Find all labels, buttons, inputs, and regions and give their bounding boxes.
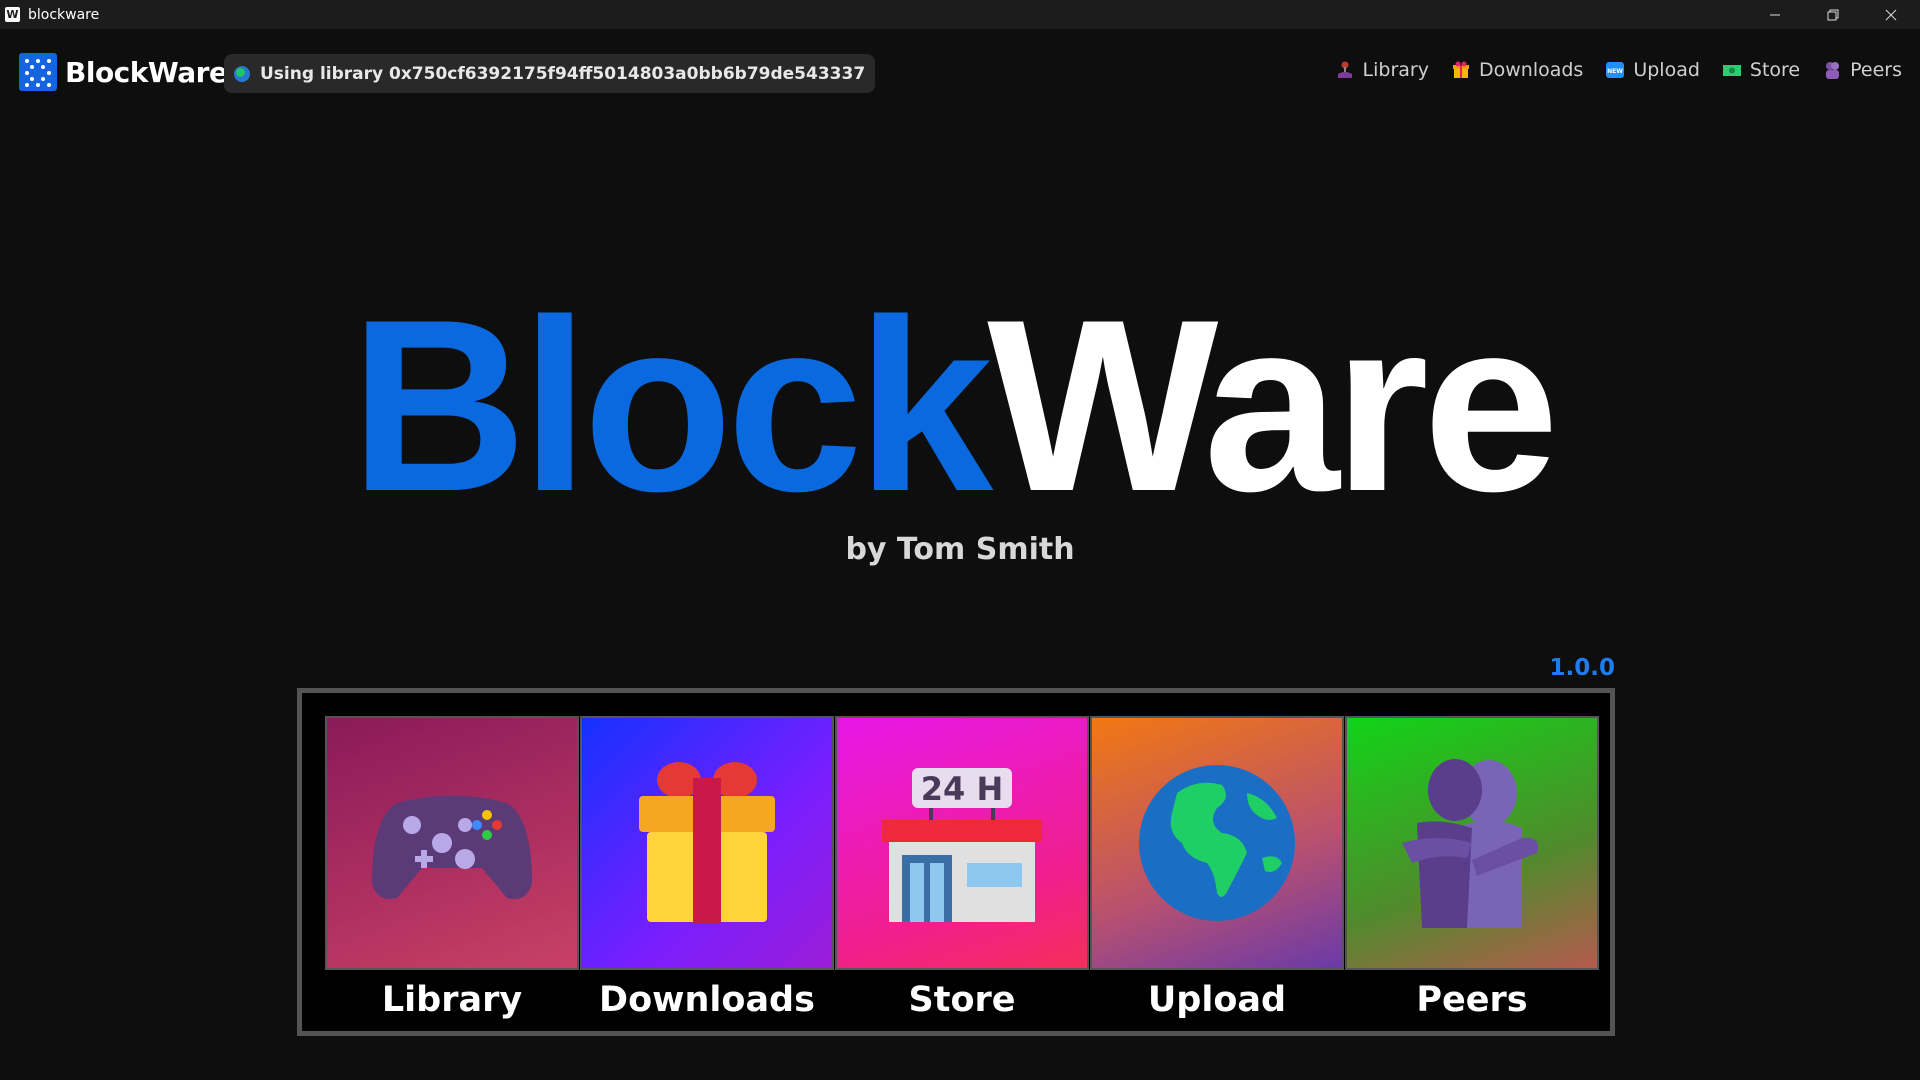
window-title: blockware (28, 6, 100, 23)
nav-library[interactable]: Library (1335, 59, 1429, 81)
nav-store-label: Store (1749, 59, 1801, 81)
globe-icon (234, 65, 250, 82)
tile-library-image (325, 716, 579, 970)
brand[interactable]: BlockWare (19, 53, 228, 91)
nav-downloads-label: Downloads (1478, 59, 1584, 81)
store-24h-icon: 24 H (882, 768, 1042, 922)
people-hugging-icon (1402, 759, 1538, 928)
nav-upload[interactable]: NEW Upload (1605, 59, 1700, 81)
close-icon (1885, 9, 1897, 20)
top-nav: Library Downloads NEW Upload Store Peers (1313, 59, 1902, 81)
tile-downloads-label: Downloads (599, 980, 815, 1020)
blockware-hero-logo: BlockWare (350, 283, 1600, 528)
globe-icon (1139, 765, 1295, 921)
hug-icon (1826, 62, 1840, 79)
app-header: BlockWare Using library 0x750cf6392175f9… (0, 29, 1920, 115)
tile-peers[interactable]: Peers (1345, 716, 1599, 1020)
money-icon (1722, 65, 1741, 76)
tile-row: Library Downloads 24 H Store Upload Peer… (325, 716, 1600, 1020)
restore-icon (1827, 9, 1839, 20)
gift-box-icon (639, 762, 775, 923)
tile-library[interactable]: Library (325, 716, 579, 1020)
tile-store-image: 24 H (835, 716, 1089, 970)
minimize-icon (1770, 14, 1780, 15)
version-label: 1.0.0 (1549, 655, 1616, 681)
tile-upload-label: Upload (1147, 980, 1287, 1020)
tile-library-label: Library (381, 980, 523, 1020)
nav-peers-label: Peers (1850, 59, 1902, 81)
library-address-pill[interactable]: Using library 0x750cf6392175f94ff5014803… (224, 54, 876, 93)
library-address-text: Using library 0x750cf6392175f94ff5014803… (260, 63, 866, 84)
tile-peers-image (1345, 716, 1599, 970)
brand-name: BlockWare (65, 55, 228, 89)
window-controls (1746, 0, 1920, 29)
store-sign-text: 24 H (921, 770, 1003, 808)
restore-button[interactable] (1804, 0, 1862, 29)
svg-text:NEW: NEW (1607, 68, 1623, 75)
hero-logo-block: Block (350, 268, 993, 542)
tile-upload[interactable]: Upload (1090, 716, 1344, 1020)
gift-icon (1452, 61, 1469, 78)
nav-library-label: Library (1362, 59, 1429, 81)
navigation-panel: Library Downloads 24 H Store Upload Peer… (297, 688, 1615, 1036)
minimize-button[interactable] (1746, 0, 1804, 29)
joystick-icon (1337, 61, 1352, 78)
close-button[interactable] (1862, 0, 1920, 29)
tile-downloads[interactable]: Downloads (580, 716, 834, 1020)
hero-logo-ware: Ware (987, 268, 1559, 542)
byline: by Tom Smith (845, 532, 1075, 567)
nav-upload-label: Upload (1633, 59, 1700, 81)
tile-peers-label: Peers (1416, 980, 1528, 1020)
tile-upload-image (1090, 716, 1344, 970)
tile-downloads-image (580, 716, 834, 970)
nav-downloads[interactable]: Downloads (1451, 59, 1583, 81)
blockware-logo-icon (19, 53, 57, 91)
app-icon: W (5, 7, 20, 22)
nav-store[interactable]: Store (1722, 59, 1800, 81)
tile-store-label: Store (908, 980, 1016, 1020)
nav-peers[interactable]: Peers (1822, 59, 1902, 81)
window-title-bar: W blockware (0, 0, 1920, 29)
game-controller-icon (372, 795, 532, 899)
new-badge-icon: NEW (1606, 62, 1625, 78)
tile-store[interactable]: 24 H Store (835, 716, 1089, 1020)
